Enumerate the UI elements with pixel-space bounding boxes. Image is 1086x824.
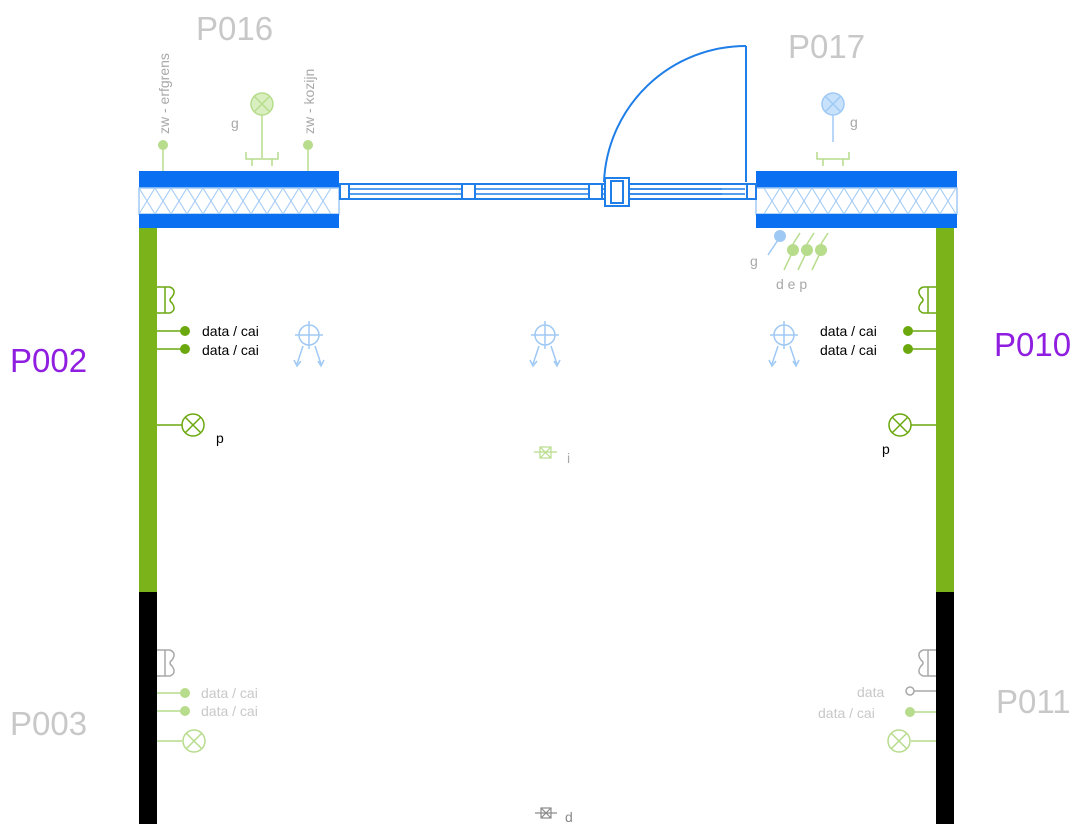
data-outlet-left-2[interactable] [157,344,190,354]
label-data-right: data [857,684,884,700]
label-dep: d e p [776,276,807,292]
wall-black-right[interactable] [936,592,954,824]
kozijn-connection-point[interactable] [303,140,313,171]
room-label-p016[interactable]: P016 [196,10,273,47]
room-label-p011[interactable]: P011 [996,683,1071,720]
erfgrens-connection-point[interactable] [158,140,168,171]
label-d: d [565,809,573,824]
room-label-p002[interactable]: P002 [10,342,87,379]
label-g-switch: g [750,253,758,269]
wall-light-p-left[interactable] [157,413,205,437]
junction-box-left-upper[interactable] [157,286,175,314]
wall-light-left-lower[interactable] [157,729,206,753]
switch-group-gdep[interactable] [767,230,829,271]
label-data-cai-right-2: data / cai [820,342,877,358]
label-data-cai-left-2: data / cai [202,342,259,358]
wall-black-left[interactable] [139,592,157,824]
data-outlet-right-1[interactable] [903,326,936,336]
label-data-cai-left-1: data / cai [202,323,259,339]
room-label-p003[interactable]: P003 [10,705,87,742]
floor-plan: P016 P017 P002 P010 P003 P011 zw - erfgr… [10,10,1071,824]
label-g-p016: g [231,115,239,131]
data-outlet-right-3[interactable] [905,686,936,696]
ceiling-fixture-left[interactable] [293,321,325,368]
facade-wall-left[interactable] [138,171,340,228]
label-zw-kozijn: zw - kozijn [301,69,317,134]
junction-box-left-lower[interactable] [157,649,175,677]
door-swing[interactable] [603,44,747,183]
label-zw-erfgrens: zw - erfgrens [156,53,172,134]
data-outlet-right-4[interactable] [905,707,936,717]
wall-green-left[interactable] [139,228,157,592]
room-label-p017[interactable]: P017 [788,28,865,65]
ceiling-fixture-right[interactable] [768,321,800,368]
facade-wall-right[interactable] [755,171,958,228]
junction-box-right-lower[interactable] [918,649,936,677]
ceiling-light-g-p017[interactable] [816,92,850,166]
label-data-cai-right-1: data / cai [820,323,877,339]
label-data-cai-left-3: data / cai [201,685,258,701]
label-data-cai-right-4: data / cai [818,705,875,721]
label-p-left: p [216,430,224,446]
wall-light-p-right[interactable] [888,413,936,437]
sensor-d[interactable] [535,807,557,819]
data-outlet-right-2[interactable] [903,344,936,354]
label-i: i [567,450,570,466]
data-outlet-left-1[interactable] [157,326,190,336]
wall-green-right[interactable] [936,228,954,592]
label-p-right: p [882,441,890,457]
sensor-i[interactable] [534,446,557,459]
room-label-p010[interactable]: P010 [994,326,1071,363]
data-outlet-left-4[interactable] [157,706,190,716]
junction-box-right-upper[interactable] [918,286,936,314]
data-outlet-left-3[interactable] [157,688,190,698]
ceiling-fixture-center[interactable] [529,321,561,368]
label-g-p017: g [850,114,858,130]
label-data-cai-left-4: data / cai [201,703,258,719]
window-frame[interactable] [339,177,757,207]
ceiling-light-g-p016[interactable] [245,92,279,166]
wall-light-right-lower[interactable] [887,729,936,753]
